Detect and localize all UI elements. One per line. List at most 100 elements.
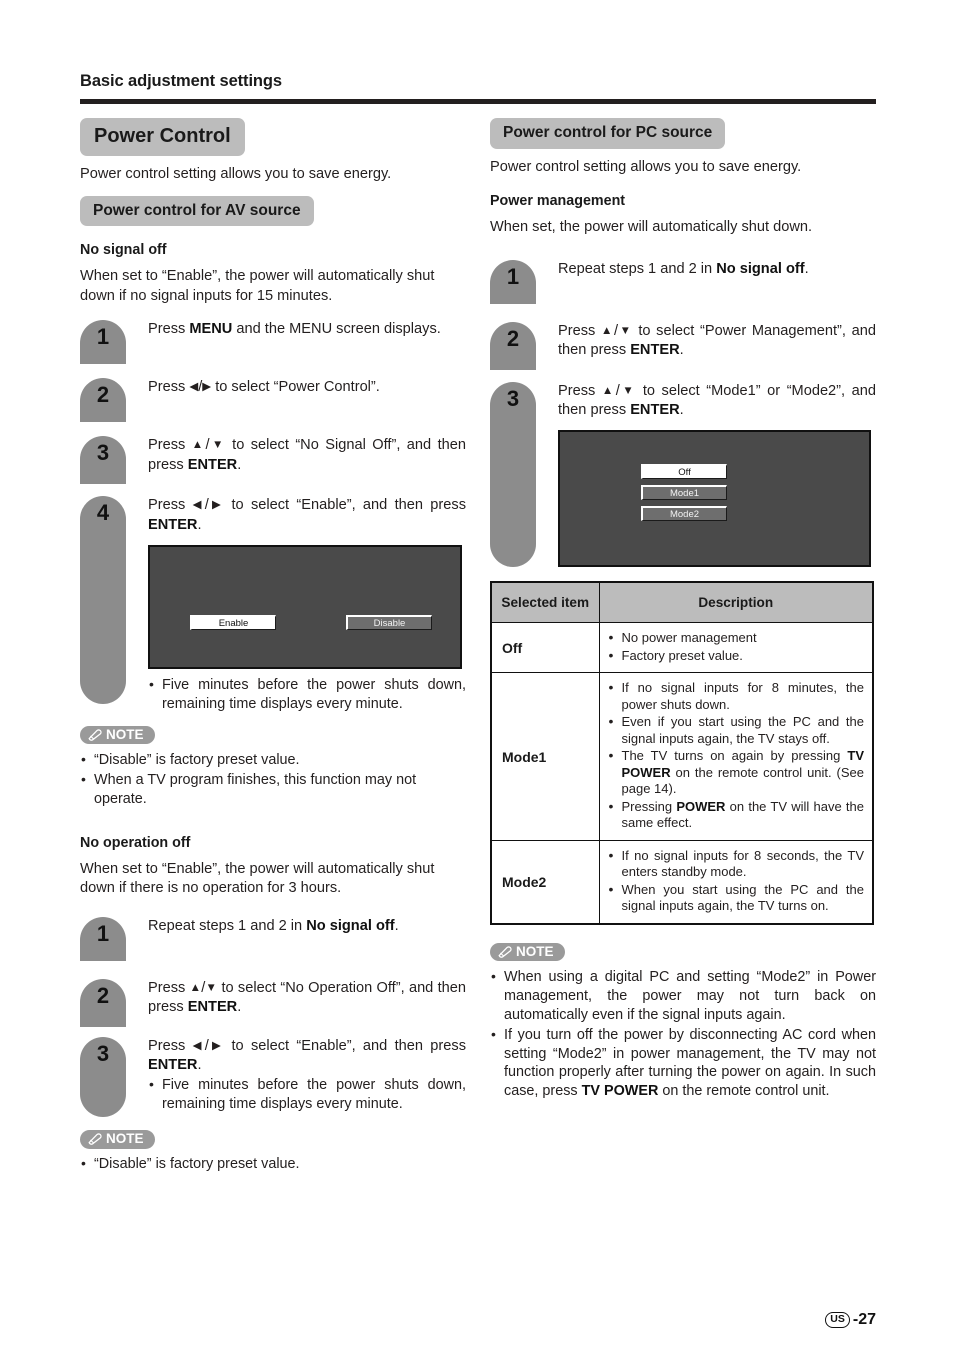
step-badge: 2 <box>80 978 126 1027</box>
step-badge: 3 <box>80 1036 126 1117</box>
step-badge: 1 <box>80 320 126 365</box>
list-item: Pressing POWER on the TV will have the s… <box>608 798 864 832</box>
power-management-table: Selected item Description Off No power m… <box>490 581 874 925</box>
note-label: NOTE <box>106 1131 144 1147</box>
heading-no-signal-off: No signal off <box>80 242 167 259</box>
step-item: 4 Press ◀/▶ to select “Enable”, and then… <box>80 496 466 714</box>
screen-option-enable[interactable]: Enable <box>190 614 276 630</box>
document-page: Basic adjustment settings Power Control … <box>0 0 954 1351</box>
heading-no-operation-off: No operation off <box>80 834 191 851</box>
step-text: Press ▲/▼ to select “No Operation Off”, … <box>148 979 466 1015</box>
list-item: Even if you start using the PC and the s… <box>608 713 864 747</box>
list-item: If no signal inputs for 8 seconds, the T… <box>608 847 864 881</box>
list-item: If no signal inputs for 8 minutes, the p… <box>608 679 864 713</box>
step-text: Press ◀/▶ to select “Power Control”. <box>148 379 380 396</box>
no-operation-off-desc: When set to “Enable”, the power will aut… <box>80 860 435 897</box>
heading-power-management: Power management <box>490 193 626 210</box>
description-bullets: If no signal inputs for 8 minutes, the p… <box>608 679 864 832</box>
table-header-row: Selected item Description <box>490 581 874 624</box>
step-item: 1 Repeat steps 1 and 2 in No signal off. <box>80 916 466 961</box>
step-item: 1 Press MENU and the MENU screen display… <box>80 320 466 365</box>
list-item: Five minutes before the power shuts down… <box>148 675 466 714</box>
page-header-title: Basic adjustment settings <box>80 72 282 90</box>
step3-bullets: Five minutes before the power shuts down… <box>148 1075 466 1114</box>
step-text: Repeat steps 1 and 2 in No signal off. <box>148 917 399 934</box>
pencil-icon <box>87 1132 103 1146</box>
table-cell-description: If no signal inputs for 8 seconds, the T… <box>598 839 874 925</box>
tv-screen-enable-disable: Enable Disable <box>148 544 462 669</box>
power-management-desc: When set, the power will automatically s… <box>490 219 813 236</box>
left-column: Power Control Power control setting allo… <box>80 118 466 1174</box>
header-rule <box>80 99 876 104</box>
step-text: Press MENU and the MENU screen displays. <box>148 321 441 338</box>
screen-option-mode1[interactable]: Mode1 <box>641 485 727 501</box>
step-text: Repeat steps 1 and 2 in No signal off. <box>558 260 809 277</box>
note-label: NOTE <box>106 726 144 742</box>
step-text: Press ◀/▶ to select “Enable”, and then p… <box>148 1037 466 1073</box>
table-cell-item: Off <box>490 622 600 674</box>
step-item: 1 Repeat steps 1 and 2 in No signal off. <box>490 259 876 304</box>
page-number: -27 <box>852 1311 876 1328</box>
table-cell-item: Mode1 <box>490 672 600 841</box>
table-row: Mode2 If no signal inputs for 8 seconds,… <box>490 839 874 925</box>
note-badge: NOTE <box>490 942 565 962</box>
table-header-description: Description <box>598 581 874 624</box>
step-badge: 1 <box>490 259 536 304</box>
step-badge: 1 <box>80 916 126 961</box>
screen-option-disable[interactable]: Disable <box>346 614 432 630</box>
list-item: When you start using the PC and the sign… <box>608 881 864 915</box>
step-badge: 2 <box>490 321 536 370</box>
screen-option-off[interactable]: Off <box>641 464 727 480</box>
step4-bullets: Five minutes before the power shuts down… <box>148 675 466 714</box>
note-label: NOTE <box>516 943 554 959</box>
right-column: Power control for PC source Power contro… <box>490 118 876 1101</box>
step-text: Press ▲/▼ to select “No Signal Off”, and… <box>148 437 466 473</box>
step-item: 3 Press ◀/▶ to select “Enable”, and then… <box>80 1036 466 1117</box>
list-item: No power management <box>608 629 865 647</box>
table-row: Off No power management Factory preset v… <box>490 622 874 674</box>
tv-screen-power-management: Off Mode1 Mode2 <box>558 430 871 568</box>
step-item: 2 Press ◀/▶ to select “Power Control”. <box>80 378 466 423</box>
list-item: When using a digital PC and setting “Mod… <box>490 967 876 1025</box>
list-item: Factory preset value. <box>608 647 865 665</box>
table-cell-description: If no signal inputs for 8 minutes, the p… <box>598 672 874 841</box>
list-item: The TV turns on again by pressing TV POW… <box>608 747 864 798</box>
list-item: “Disable” is factory preset value. <box>80 1154 466 1174</box>
step-text: Press ◀/▶ to select “Enable”, and then p… <box>148 497 466 533</box>
pc-source-intro: Power control setting allows you to save… <box>490 158 802 175</box>
step-item: 2 Press ▲/▼ to select “Power Management”… <box>490 321 876 370</box>
table-cell-item: Mode2 <box>490 839 600 925</box>
screen-option-mode2[interactable]: Mode2 <box>641 506 727 522</box>
no-signal-off-desc: When set to “Enable”, the power will aut… <box>80 268 435 304</box>
step-badge: 3 <box>490 381 536 567</box>
note-badge: NOTE <box>80 725 155 745</box>
step-item: 3 Press ▲/▼ to select “Mode1” or “Mode2”… <box>490 381 877 568</box>
list-item: If you turn off the power by disconnecti… <box>490 1025 876 1101</box>
pencil-icon <box>87 728 103 741</box>
pencil-icon <box>497 945 513 958</box>
step-badge: 2 <box>80 378 126 423</box>
banner-power-control: Power Control <box>80 118 245 156</box>
power-control-intro: Power control setting allows you to save… <box>80 166 392 182</box>
table-row: Mode1 If no signal inputs for 8 minutes,… <box>490 672 874 841</box>
page-footer: US -27 <box>825 1311 876 1329</box>
list-item: “Disable” is factory preset value. <box>80 750 466 770</box>
description-bullets: If no signal inputs for 8 seconds, the T… <box>608 847 864 915</box>
table-cell-description: No power management Factory preset value… <box>598 622 874 674</box>
banner-pc-source: Power control for PC source <box>490 118 726 149</box>
note-list-right: When using a digital PC and setting “Mod… <box>490 967 876 1101</box>
step-badge: 3 <box>80 436 126 485</box>
step-item: 2 Press ▲/▼ to select “No Operation Off”… <box>80 978 466 1027</box>
step-text: Press ▲/▼ to select “Mode1” or “Mode2”, … <box>558 382 877 418</box>
note-list-section1: “Disable” is factory preset value. When … <box>80 750 466 809</box>
list-item: Five minutes before the power shuts down… <box>148 1075 466 1114</box>
banner-av-source: Power control for AV source <box>80 195 314 227</box>
step-item: 3 Press ▲/▼ to select “No Signal Off”, a… <box>80 436 466 485</box>
description-bullets: No power management Factory preset value… <box>608 629 865 665</box>
note-list-section2: “Disable” is factory preset value. <box>80 1154 466 1174</box>
list-item: When a TV program finishes, this functio… <box>80 770 466 809</box>
step-text: Press ▲/▼ to select “Power Management”, … <box>558 322 876 358</box>
region-badge: US <box>825 1312 850 1328</box>
note-badge: NOTE <box>80 1130 155 1149</box>
table-header-selected-item: Selected item <box>490 581 600 624</box>
